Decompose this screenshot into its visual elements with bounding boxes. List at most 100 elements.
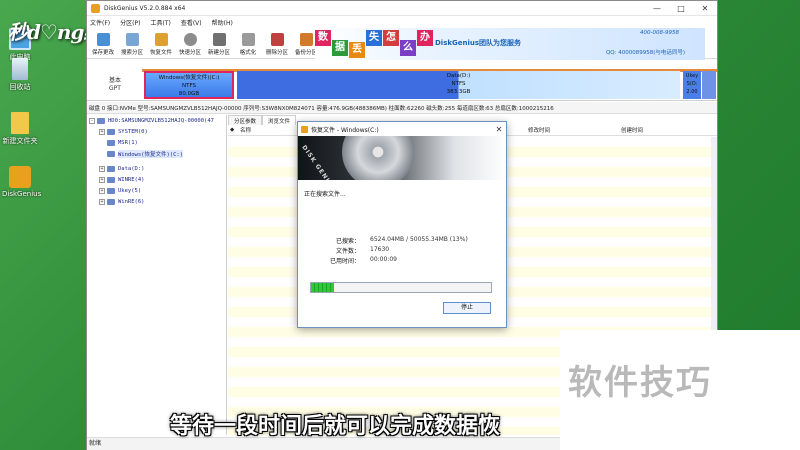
tab-partition-params[interactable]: 分区参数 (228, 115, 263, 125)
partition-fs: S(O: (686, 81, 698, 87)
expander-icon[interactable]: + (99, 176, 105, 183)
expander-icon[interactable]: + (99, 165, 105, 172)
recover-files-dialog: 恢复文件 - Windows(C:) ✕ DISK GENIUS 正在搜索文件.… (297, 121, 507, 328)
partition-c[interactable]: Windows(恢复文件)(C:) NTFS 80.0GB (144, 71, 234, 99)
tree-item-winre6[interactable]: + WinRE(6) (87, 196, 226, 207)
banner-char: 丢 (349, 42, 365, 58)
partition-ukey[interactable]: Ukey S(O: 2.00 (683, 71, 701, 99)
expander-icon[interactable]: - (89, 117, 95, 124)
desktop-icon-label: 新建文件夹 (2, 137, 38, 145)
dialog-banner-text: DISK GENIUS (300, 144, 338, 180)
save-changes-button[interactable]: 保存更改 (89, 33, 117, 56)
disk-info-bar: 磁盘 0 接口:NVMe 型号:SAMSUNGMZVLB512HAJQ-0000… (87, 102, 717, 114)
partition-icon (107, 198, 115, 205)
hard-drive-icon (342, 136, 414, 180)
tree-item-label: Ukey(5) (118, 187, 142, 194)
delete-icon (270, 33, 284, 46)
minimize-button[interactable]: — (645, 4, 669, 13)
toolbar-label: 恢复文件 (149, 50, 172, 56)
maximize-button[interactable]: □ (669, 4, 693, 13)
menu-tools[interactable]: 工具(T) (150, 18, 170, 27)
search-progress-bar (310, 282, 492, 293)
partition-icon (107, 139, 115, 146)
dialog-close-button[interactable]: ✕ (492, 125, 506, 134)
format-button[interactable]: 格式化 (234, 33, 262, 56)
expander-icon[interactable]: + (99, 128, 105, 135)
search-status: 正在搜索文件... (304, 191, 346, 198)
menu-file[interactable]: 文件(F) (90, 18, 110, 27)
elapsed-value: 00:00:09 (370, 256, 397, 263)
dialog-title-bar[interactable]: 恢复文件 - Windows(C:) ✕ (298, 122, 506, 136)
menu-view[interactable]: 查看(V) (181, 18, 202, 27)
column-created[interactable]: 创建时间 (621, 126, 643, 134)
disk-icon (97, 117, 105, 124)
partition-tail[interactable] (702, 71, 716, 99)
tree-item-system[interactable]: + SYSTEM(0) (87, 126, 226, 137)
recover-files-button[interactable]: 恢复文件 (147, 33, 175, 56)
close-button[interactable]: ✕ (693, 4, 717, 13)
banner-brand: DiskGenius团队为您服务 (435, 39, 522, 47)
desktop-icon-diskgenius[interactable]: DiskGenius (2, 166, 41, 198)
column-modified[interactable]: 修改时间 (528, 126, 550, 134)
delete-partition-button[interactable]: 删除分区 (263, 33, 291, 56)
tab-browse-files[interactable]: 浏览文件 (262, 115, 297, 125)
tree-item-winre4[interactable]: + WINRE(4) (87, 174, 226, 185)
window-title: DiskGenius V5.2.0.884 x64 (104, 4, 186, 12)
disk-icon (183, 33, 197, 46)
menu-partition[interactable]: 分区(P) (120, 18, 140, 27)
format-icon (241, 33, 255, 46)
toolbar-label: 保存更改 (91, 50, 114, 56)
toolbar-label: 搜索分区 (120, 50, 143, 56)
column-name[interactable]: 名称 (240, 126, 251, 134)
diskgenius-icon (9, 166, 31, 188)
corner-caption: 软件技巧 (568, 363, 712, 403)
toolbar-label: 备份分区 (294, 50, 317, 56)
tree-item-data-d[interactable]: + Data(D:) (87, 163, 226, 174)
toolbar-label: 快速分区 (178, 50, 201, 56)
partition-icon (107, 176, 115, 183)
banner-char: 据 (332, 40, 348, 56)
file-count-label: 文件数： (335, 248, 360, 255)
disk-type-line2: GPT (109, 85, 121, 92)
tree-item-msr[interactable]: MSR(1) (87, 137, 226, 148)
desktop-icon-new-folder[interactable]: 新建文件夹 (2, 112, 38, 146)
toolbar-label: 格式化 (239, 50, 257, 56)
tree-item-label: MSR(1) (118, 139, 138, 146)
save-icon (96, 33, 110, 46)
recycle-bin-icon (12, 58, 28, 80)
partition-size: 383.3GB (446, 89, 471, 95)
file-count-value: 17630 (370, 246, 390, 253)
progress-fill (311, 283, 335, 292)
banner-char: 失 (366, 30, 382, 46)
tree-item-windows-c[interactable]: Windows(恢复文件)(C:) (87, 148, 226, 159)
partition-size: 2.00 (686, 89, 698, 95)
title-bar[interactable]: DiskGenius V5.2.0.884 x64 — □ ✕ (87, 1, 717, 16)
banner-char: 办 (417, 30, 433, 46)
ad-banner[interactable]: 数 据 丢 失 怎 么 办 DiskGenius团队为您服务 400-008-9… (315, 28, 705, 60)
tree-item-label: HD0:SAMSUNGMZVLB512HAJQ-00000(47 (108, 117, 214, 124)
folder-icon (11, 112, 29, 134)
expander-icon[interactable]: + (99, 187, 105, 194)
stop-button[interactable]: 停止 (443, 302, 491, 314)
app-icon (91, 3, 100, 13)
recover-icon (154, 33, 168, 46)
expander-icon[interactable]: + (99, 198, 105, 205)
toolbar-label: 删除分区 (265, 50, 288, 56)
dialog-banner: DISK GENIUS (298, 136, 506, 180)
tree-item-ukey[interactable]: + Ukey(5) (87, 185, 226, 196)
partition-d[interactable]: Data(D:) NTFS 383.3GB (237, 71, 680, 99)
desktop-icon-label: 回收站 (9, 83, 31, 91)
menu-help[interactable]: 帮助(H) (212, 18, 233, 27)
new-partition-button[interactable]: 新建分区 (205, 33, 233, 56)
tree-toggle-icon[interactable]: ◆ (230, 127, 234, 133)
desktop-icon-recycle-bin[interactable]: 回收站 (2, 58, 38, 92)
tree-item-label: WINRE(4) (118, 176, 145, 183)
partition-name: Ukey (685, 73, 699, 79)
tree-item-disk0[interactable]: - HD0:SAMSUNGMZVLB512HAJQ-00000(47 (87, 115, 226, 126)
search-partition-button[interactable]: 搜索分区 (118, 33, 146, 56)
banner-char: 么 (400, 40, 416, 56)
tree-item-label: Windows(恢复文件)(C:) (118, 149, 184, 158)
quick-partition-button[interactable]: 快速分区 (176, 33, 204, 56)
elapsed-label: 已用时间： (329, 258, 360, 265)
banner-char: 怎 (383, 30, 399, 46)
